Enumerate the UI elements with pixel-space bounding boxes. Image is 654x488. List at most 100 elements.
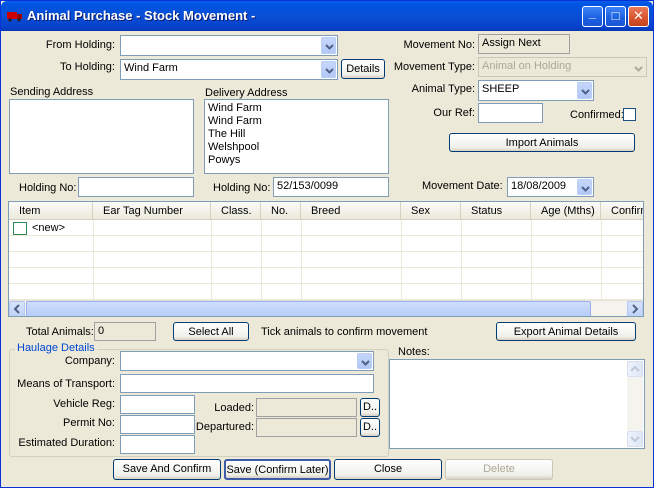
from-holding-label: From Holding: xyxy=(45,39,115,51)
loaded-label: Loaded: xyxy=(214,402,254,414)
details-button[interactable]: Details xyxy=(341,59,385,79)
delivery-holding-no-label: Holding No: xyxy=(213,182,271,194)
means-of-transport-label: Means of Transport: xyxy=(17,378,115,390)
scroll-thumb[interactable] xyxy=(26,301,591,316)
table-row-new[interactable]: <new> xyxy=(9,221,643,236)
minimize-button[interactable]: _ xyxy=(582,5,603,27)
to-holding-label: To Holding: xyxy=(59,61,115,73)
table-row[interactable] xyxy=(9,285,643,300)
company-combo[interactable] xyxy=(120,351,374,371)
address-line: Wind Farm xyxy=(208,115,262,127)
address-line: Powys xyxy=(208,154,241,166)
dropdown-button[interactable] xyxy=(577,179,592,195)
column-header-age[interactable]: Age (Mths) xyxy=(531,202,601,220)
movement-no-field: Assign Next xyxy=(478,34,570,54)
animal-type-label: Animal Type: xyxy=(411,83,475,95)
maximize-button[interactable]: □ xyxy=(605,6,626,27)
scroll-left-button[interactable] xyxy=(9,301,25,316)
chevron-down-icon xyxy=(634,66,643,72)
delivery-address-textarea[interactable]: Wind Farm Wind Farm The Hill Welshpool P… xyxy=(204,99,389,174)
delivery-address-label: Delivery Address xyxy=(205,87,288,99)
column-header-no[interactable]: No. xyxy=(261,202,301,220)
minimize-icon: _ xyxy=(588,5,597,20)
total-animals-label: Total Animals: xyxy=(26,326,94,338)
scroll-down-button[interactable] xyxy=(627,431,643,447)
import-animals-button[interactable]: Import Animals xyxy=(449,133,635,152)
estimated-duration-input[interactable] xyxy=(120,435,195,454)
chevron-up-icon xyxy=(630,365,640,372)
loaded-date-button[interactable]: D.. xyxy=(360,398,380,417)
chevron-right-icon xyxy=(632,304,639,314)
horizontal-scrollbar[interactable] xyxy=(9,300,643,316)
vertical-scrollbar[interactable] xyxy=(627,361,643,447)
dropdown-button[interactable] xyxy=(321,37,336,54)
dropdown-button[interactable] xyxy=(577,82,592,99)
row-checkbox[interactable] xyxy=(13,222,27,235)
to-holding-combo[interactable]: Wind Farm xyxy=(120,59,338,80)
close-window-button[interactable]: ✕ xyxy=(628,6,649,27)
estimated-duration-label: Estimated Duration: xyxy=(18,437,115,449)
grid-header: Item Ear Tag Number Class. No. Breed Sex… xyxy=(9,202,643,220)
close-button[interactable]: Close xyxy=(334,459,442,480)
dropdown-button[interactable] xyxy=(357,353,372,369)
confirmed-checkbox[interactable] xyxy=(623,108,636,121)
new-row-label: <new> xyxy=(32,222,66,234)
movement-no-value: Assign Next xyxy=(482,37,541,49)
truck-icon xyxy=(7,12,22,22)
column-header-class[interactable]: Class. xyxy=(211,202,261,220)
table-row[interactable] xyxy=(9,253,643,268)
animal-type-combo[interactable]: SHEEP xyxy=(478,80,594,101)
dropdown-button xyxy=(630,59,645,75)
departured-field xyxy=(256,418,357,437)
save-confirm-later-button[interactable]: Save (Confirm Later) xyxy=(224,459,331,480)
delete-button: Delete xyxy=(445,459,553,480)
select-all-button[interactable]: Select All xyxy=(173,322,249,341)
title-bar[interactable]: Animal Purchase - Stock Movement - _ □ ✕ xyxy=(1,1,653,31)
from-holding-combo[interactable] xyxy=(120,35,338,56)
animals-grid[interactable]: Item Ear Tag Number Class. No. Breed Sex… xyxy=(8,201,644,317)
notes-label: Notes: xyxy=(398,346,430,358)
movement-date-picker[interactable]: 18/08/2009 xyxy=(507,177,594,197)
scroll-right-button[interactable] xyxy=(627,301,643,316)
total-animals-field: 0 xyxy=(94,322,156,341)
confirmed-label: Confirmed: xyxy=(570,109,624,121)
chevron-down-icon xyxy=(361,360,370,366)
movement-type-value: Animal on Holding xyxy=(482,60,572,72)
our-ref-label: Our Ref: xyxy=(433,107,475,119)
movement-date-value: 18/08/2009 xyxy=(511,180,567,192)
to-holding-value: Wind Farm xyxy=(124,62,178,74)
column-header-confirm[interactable]: Confirm xyxy=(601,202,643,220)
delivery-holding-no-input[interactable]: 52/153/0099 xyxy=(273,177,389,197)
dropdown-button[interactable] xyxy=(321,61,336,78)
table-row[interactable] xyxy=(9,269,643,284)
departured-label: Departured: xyxy=(195,421,254,433)
column-header-item[interactable]: Item xyxy=(9,202,93,220)
chevron-down-icon xyxy=(325,68,334,74)
export-animal-details-button[interactable]: Export Animal Details xyxy=(496,322,636,341)
sending-holding-no-input[interactable] xyxy=(78,177,194,197)
confirm-hint-text: Tick animals to confirm movement xyxy=(261,326,428,338)
column-header-ear-tag[interactable]: Ear Tag Number xyxy=(93,202,211,220)
scroll-up-button[interactable] xyxy=(627,361,643,377)
column-header-sex[interactable]: Sex xyxy=(401,202,461,220)
address-line: Welshpool xyxy=(208,141,260,153)
total-animals-value: 0 xyxy=(98,325,105,337)
stock-movement-window: Animal Purchase - Stock Movement - _ □ ✕… xyxy=(0,0,654,488)
permit-no-input[interactable] xyxy=(120,415,195,434)
movement-date-label: Movement Date: xyxy=(422,180,503,192)
vehicle-reg-label: Vehicle Reg: xyxy=(53,398,115,410)
sending-address-label: Sending Address xyxy=(10,86,94,98)
our-ref-input[interactable] xyxy=(478,103,543,123)
animal-type-value: SHEEP xyxy=(482,83,520,95)
chevron-down-icon xyxy=(581,89,590,95)
save-and-confirm-button[interactable]: Save And Confirm xyxy=(113,459,221,480)
table-row[interactable] xyxy=(9,237,643,252)
column-header-status[interactable]: Status xyxy=(461,202,531,220)
vehicle-reg-input[interactable] xyxy=(120,395,195,414)
means-of-transport-input[interactable] xyxy=(120,374,374,393)
column-header-breed[interactable]: Breed xyxy=(301,202,401,220)
departured-date-button[interactable]: D.. xyxy=(360,418,380,437)
company-label: Company: xyxy=(64,355,115,367)
sending-address-textarea[interactable] xyxy=(9,99,194,174)
notes-textarea[interactable] xyxy=(389,359,645,449)
